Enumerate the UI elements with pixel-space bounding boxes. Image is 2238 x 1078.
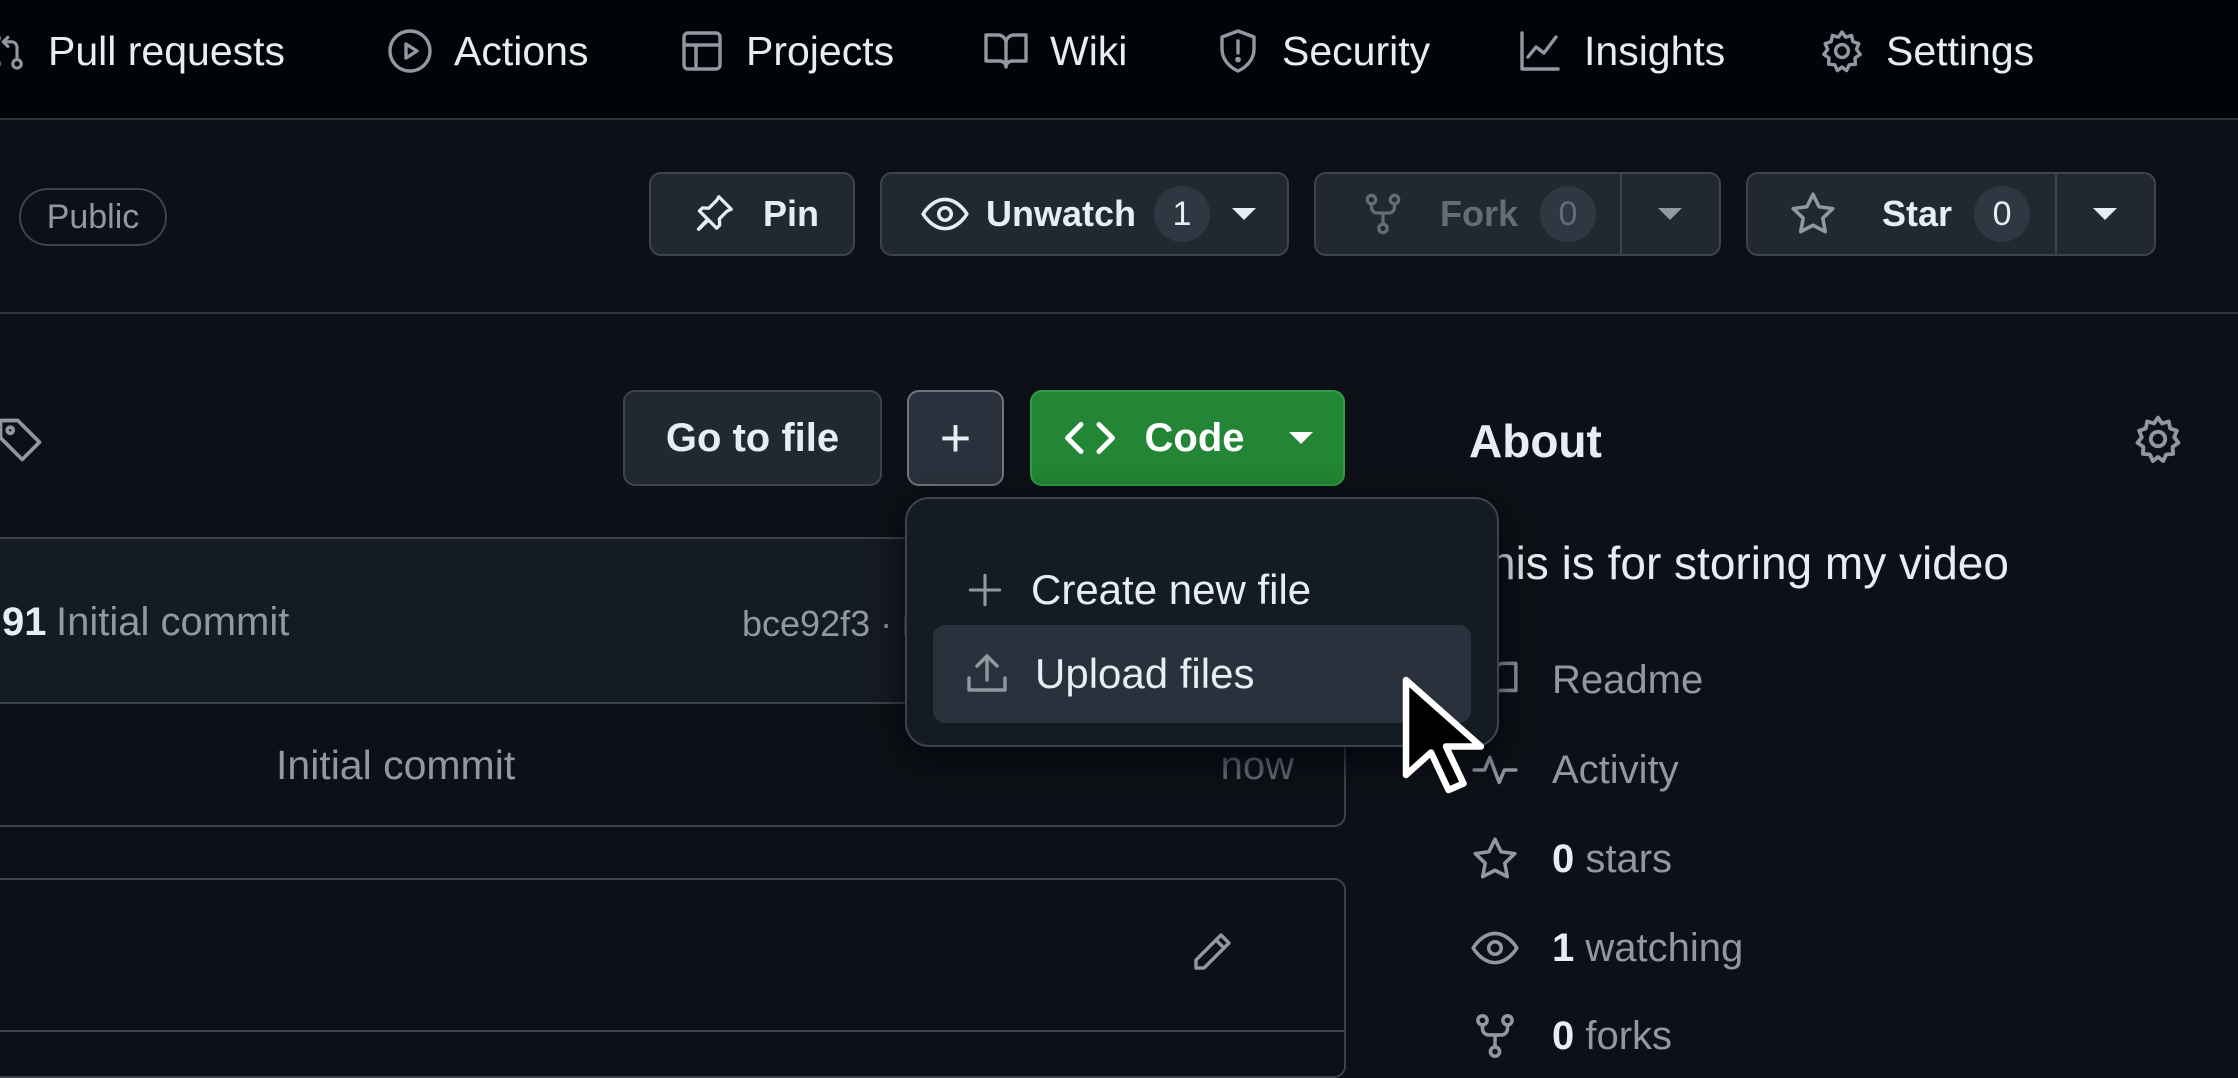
activity-label: Activity xyxy=(1552,747,1679,792)
commit-hash-link[interactable]: bce92f3 · r xyxy=(742,603,914,645)
menu-item-label: Upload files xyxy=(1035,650,1255,697)
nav-tab-insights[interactable]: Insights xyxy=(1516,22,1725,80)
star-dropdown-button[interactable] xyxy=(2054,174,2154,254)
menu-item-label: Create new file xyxy=(1031,566,1312,613)
stars-label: stars xyxy=(1585,836,1673,881)
book-icon xyxy=(982,27,1030,75)
chevron-down-icon xyxy=(1232,208,1257,220)
about-description: his is for storing my video xyxy=(1490,537,2009,589)
watch-count: 1 xyxy=(1154,186,1211,242)
shield-icon xyxy=(1214,27,1262,75)
fork-button-group: Fork 0 xyxy=(1314,172,1721,256)
commit-author-fragment: 91 xyxy=(2,600,47,644)
commit-message-link[interactable]: Initial commit xyxy=(56,600,289,645)
row-commit-message[interactable]: Initial commit xyxy=(276,742,515,789)
star-button[interactable]: Star 0 xyxy=(1748,174,2055,254)
eye-icon xyxy=(920,189,970,239)
git-pull-request-icon xyxy=(0,29,28,73)
gear-icon[interactable] xyxy=(2131,412,2185,466)
pencil-icon[interactable] xyxy=(1188,928,1236,976)
about-heading: About xyxy=(1469,415,1602,467)
star-icon xyxy=(1788,189,1838,239)
play-icon xyxy=(386,27,434,75)
gear-icon xyxy=(1818,27,1866,75)
repo-forked-icon xyxy=(1360,191,1406,237)
watching-link[interactable]: 1 watching xyxy=(1470,918,1743,978)
nav-tab-projects[interactable]: Projects xyxy=(678,22,894,80)
chevron-down-icon xyxy=(2093,208,2118,220)
fork-label: Fork xyxy=(1440,193,1519,234)
star-label: Star xyxy=(1882,193,1953,234)
chevron-down-icon xyxy=(1658,208,1683,220)
nav-tab-label: Projects xyxy=(746,27,895,74)
upload-icon xyxy=(963,650,1011,698)
nav-tab-label: Wiki xyxy=(1050,27,1128,74)
nav-tab-actions[interactable]: Actions xyxy=(386,22,588,80)
forks-count: 0 xyxy=(1552,1013,1575,1058)
nav-tab-label: Insights xyxy=(1584,27,1726,74)
star-count: 0 xyxy=(1974,186,2031,242)
forks-label: forks xyxy=(1585,1013,1673,1058)
table-icon xyxy=(678,27,726,75)
nav-tab-wiki[interactable]: Wiki xyxy=(982,22,1127,80)
menu-item-upload-files[interactable]: Upload files xyxy=(933,625,1471,723)
tag-icon xyxy=(0,414,46,466)
unwatch-button[interactable]: Unwatch 1 xyxy=(880,172,1289,256)
nav-tab-settings[interactable]: Settings xyxy=(1818,22,2034,80)
star-icon xyxy=(1470,834,1520,884)
pin-button[interactable]: Pin xyxy=(649,172,855,256)
star-button-group: Star 0 xyxy=(1746,172,2156,256)
unwatch-label: Unwatch xyxy=(986,193,1137,234)
code-icon xyxy=(1063,411,1117,465)
fork-button[interactable]: Fork 0 xyxy=(1316,174,1620,254)
pin-icon xyxy=(691,191,737,237)
code-button[interactable]: Code xyxy=(1030,390,1345,486)
nav-tab-label: Actions xyxy=(454,27,589,74)
eye-icon xyxy=(1470,923,1520,973)
nav-tab-label: Security xyxy=(1282,27,1431,74)
fork-count: 0 xyxy=(1540,186,1597,242)
fork-dropdown-button[interactable] xyxy=(1619,174,1719,254)
repo-nav-bar: Pull requests Actions Projects Wiki Secu… xyxy=(0,0,2238,120)
readme-box xyxy=(0,878,1346,1078)
nav-tab-security[interactable]: Security xyxy=(1214,22,1430,80)
row-commit-time: now xyxy=(1220,744,1294,788)
code-label: Code xyxy=(1144,415,1245,460)
mouse-cursor-icon xyxy=(1396,670,1516,800)
stars-count: 0 xyxy=(1552,836,1575,881)
plus-icon xyxy=(963,568,1007,612)
go-to-file-button[interactable]: Go to file xyxy=(623,390,882,486)
watching-count: 1 xyxy=(1552,925,1575,970)
graph-icon xyxy=(1516,27,1564,75)
stars-link[interactable]: 0 stars xyxy=(1470,829,1672,889)
nav-tab-label: Pull requests xyxy=(48,27,286,74)
watching-label: watching xyxy=(1585,925,1744,970)
add-file-button[interactable]: + xyxy=(907,390,1004,486)
chevron-down-icon xyxy=(1273,432,1313,444)
header-divider xyxy=(0,312,2238,314)
readme-label: Readme xyxy=(1552,657,1704,702)
nav-tab-pull-requests[interactable]: Pull requests xyxy=(0,22,285,80)
forks-link[interactable]: 0 forks xyxy=(1470,1006,1672,1066)
pin-label: Pin xyxy=(763,193,820,234)
nav-tab-label: Settings xyxy=(1886,27,2035,74)
visibility-badge: Public xyxy=(19,188,167,246)
